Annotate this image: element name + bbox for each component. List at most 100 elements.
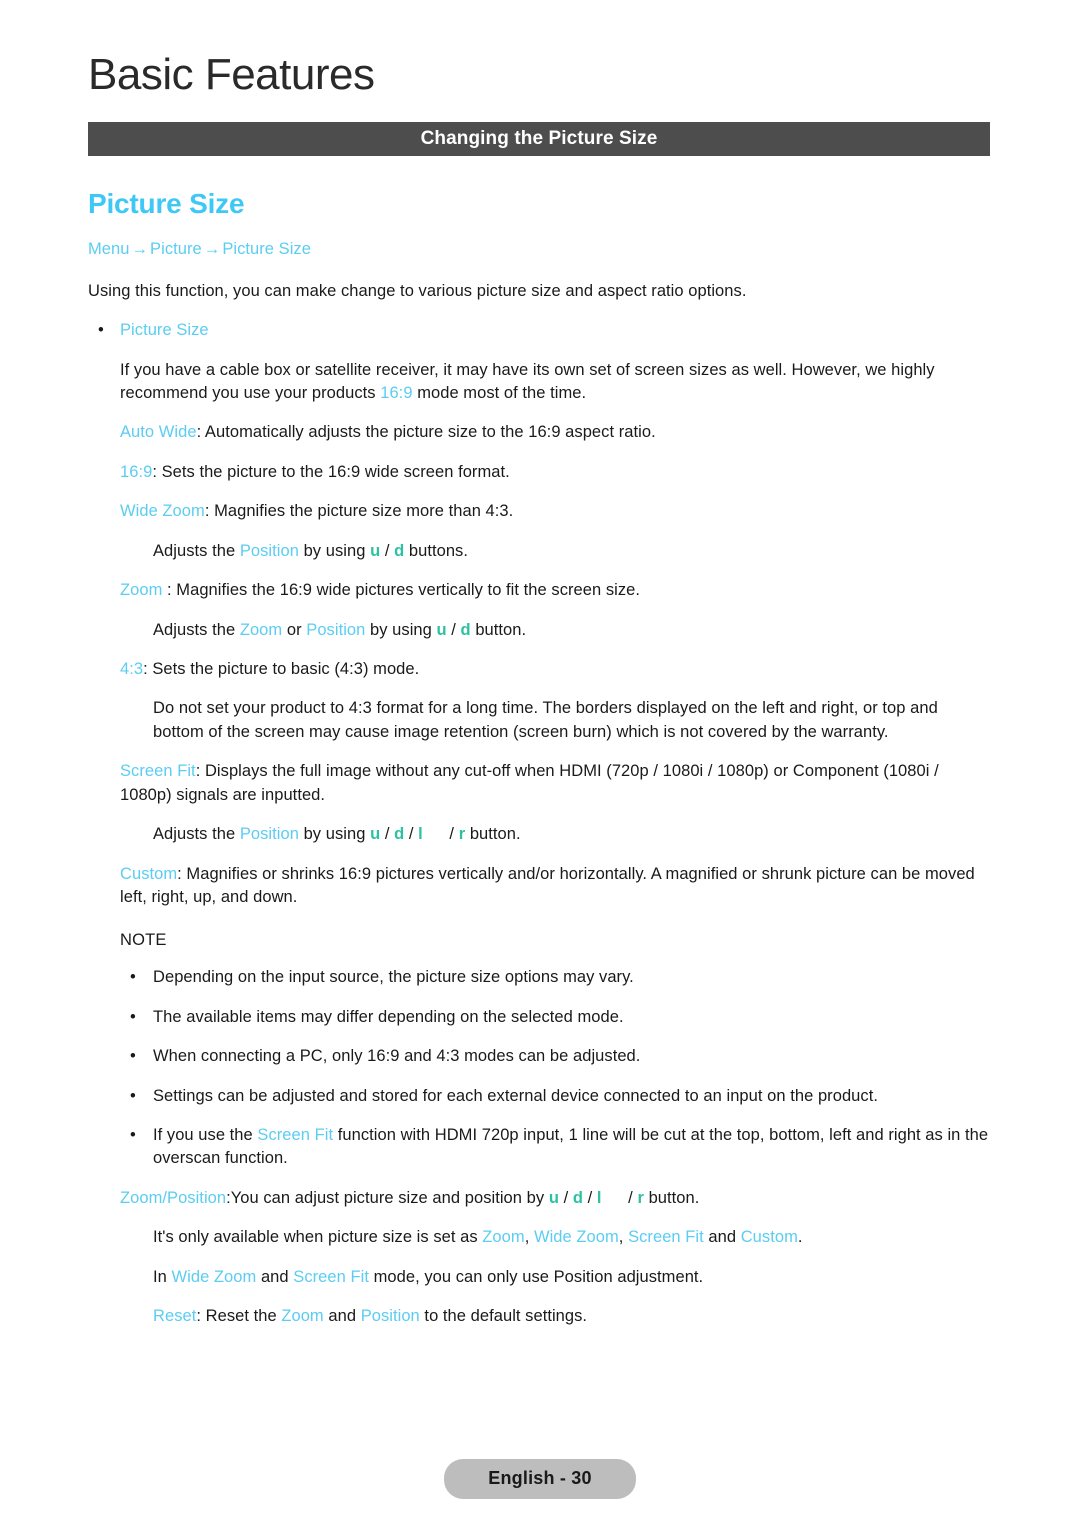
option-desc-screen-fit: : Displays the full image without any cu… [120, 762, 939, 804]
option-desc-4-3: : Sets the picture to basic (4:3) mode. [143, 659, 420, 678]
page-title: Basic Features [88, 50, 375, 99]
screen-fit-adjust-line: Adjusts the Position by using u / d / l … [153, 823, 993, 846]
term-position-reset: Position [360, 1307, 420, 1326]
bullet-icon: • [98, 321, 104, 340]
avail-end: . [797, 1228, 803, 1247]
zoom-position-line: Zoom/Position:You can adjust picture siz… [120, 1187, 992, 1210]
term-zoom-position: Zoom/Position [120, 1188, 227, 1207]
adjust-prefix-2: Adjusts the [153, 620, 240, 639]
option-term-zoom: Zoom [120, 581, 163, 600]
adjust-suffix: buttons. [404, 541, 468, 560]
zoom-position-b: button. [643, 1188, 700, 1207]
breadcrumb: Menu → Picture → Picture Size [88, 237, 1080, 262]
term-zoom: Zoom [239, 620, 283, 639]
cable-box-text-b: mode most of the time. [412, 384, 587, 403]
button-u-icon: u [370, 541, 381, 560]
term-screen-fit-note: Screen Fit [257, 1126, 334, 1145]
term-custom-avail: Custom [740, 1228, 798, 1247]
bullet-icon-note-5: • [130, 1126, 136, 1145]
cable-box-paragraph: If you have a cable box or satellite rec… [120, 359, 992, 406]
adjust-prefix: Adjusts the [153, 541, 240, 560]
term-position: Position [239, 541, 299, 560]
option-desc-zoom: : Magnifies the 16:9 wide pictures verti… [162, 581, 641, 600]
button-u-icon-4: u [548, 1188, 559, 1207]
slash-5: / [444, 825, 459, 844]
adjust-byusing: by using [298, 541, 371, 560]
section-header-bar: Changing the Picture Size [88, 122, 990, 156]
option-term-4-3: 4:3 [120, 659, 144, 678]
content-heading: Picture Size [88, 188, 245, 219]
list-item-label: Picture Size [120, 321, 209, 340]
bullet-icon-note-4: • [130, 1086, 136, 1105]
avail-a: It's only available when picture size is… [153, 1228, 483, 1247]
option-desc-wide-zoom: : Magnifies the picture size more than 4… [204, 502, 514, 521]
term-reset: Reset [153, 1307, 197, 1326]
option-term-screen-fit: Screen Fit [120, 762, 196, 781]
option-screen-fit: Screen Fit: Displays the full image with… [120, 760, 992, 807]
adjust-byusing-3: by using [298, 825, 371, 844]
reset-b: to the default settings. [419, 1307, 588, 1326]
adjust-byusing-2: by using [365, 620, 437, 639]
adjust-or: or [282, 620, 307, 639]
option-desc-16-9: : Sets the picture to the 16:9 wide scre… [152, 462, 510, 481]
term-zoom-avail: Zoom [482, 1228, 525, 1247]
mode-a: In [153, 1267, 172, 1286]
reset-a: : Reset the [196, 1307, 282, 1326]
term-wide-zoom-avail: Wide Zoom [533, 1228, 619, 1247]
option-custom: Custom: Magnifies or shrinks 16:9 pictur… [120, 863, 992, 910]
breadcrumb-item-picture: Picture [150, 240, 202, 258]
mode-b: mode, you can only use Position adjustme… [368, 1267, 704, 1286]
slash-2: / [446, 620, 461, 639]
note-item-4: • Settings can be adjusted and stored fo… [130, 1085, 992, 1108]
slash-7: / [583, 1188, 597, 1207]
slash-1: / [380, 541, 395, 560]
option-zoom: Zoom : Magnifies the 16:9 wide pictures … [120, 579, 992, 602]
breadcrumb-item-picture-size: Picture Size [222, 240, 311, 258]
section-header-label: Changing the Picture Size [420, 128, 658, 149]
term-position-2: Position [306, 620, 366, 639]
page-number-badge: English - 30 [444, 1459, 636, 1499]
slash-6: / [558, 1188, 573, 1207]
button-u-icon-2: u [436, 620, 447, 639]
note-item-5: • If you use the Screen Fit function wit… [130, 1124, 992, 1171]
adjust-suffix-3: button. [465, 825, 521, 844]
avail-sep-1: , [524, 1228, 534, 1247]
slash-4: / [404, 825, 419, 844]
breadcrumb-arrow-icon-2: → [203, 240, 221, 258]
button-d-icon: d [394, 541, 405, 560]
option-term-auto-wide: Auto Wide [120, 423, 197, 442]
adjust-prefix-3: Adjusts the [153, 825, 240, 844]
note-text-5: If you use the Screen Fit function with … [153, 1124, 992, 1171]
note-item-3: • When connecting a PC, only 16:9 and 4:… [130, 1045, 992, 1068]
reset-line: Reset: Reset the Zoom and Position to th… [153, 1305, 993, 1328]
button-d-icon-4: d [572, 1188, 583, 1207]
term-wide-zoom-mode: Wide Zoom [171, 1267, 257, 1286]
option-desc-auto-wide: : Automatically adjusts the picture size… [196, 423, 656, 442]
avail-sep-2: , [618, 1228, 629, 1247]
bullet-icon-note-3: • [130, 1047, 136, 1066]
option-term-wide-zoom: Wide Zoom [120, 502, 205, 521]
breadcrumb-item-menu: Menu [88, 240, 130, 258]
bullet-icon-note-2: • [130, 1007, 136, 1026]
option-4-3: 4:3: Sets the picture to basic (4:3) mod… [120, 658, 992, 681]
note-text-1: Depending on the input source, the pictu… [153, 968, 634, 987]
zoom-position-a: :You can adjust picture size and positio… [226, 1188, 549, 1207]
adjust-suffix-2: button. [470, 620, 527, 639]
note-item-2: • The available items may differ dependi… [130, 1006, 992, 1029]
option-auto-wide: Auto Wide: Automatically adjusts the pic… [120, 421, 992, 444]
note-heading: NOTE [120, 931, 167, 950]
four-three-warning: Do not set your product to 4:3 format fo… [153, 699, 938, 741]
list-item-picture-size: • Picture Size [98, 319, 988, 342]
option-term-16-9: 16:9 [120, 462, 153, 481]
term-screen-fit-mode: Screen Fit [293, 1267, 369, 1286]
slash-8: / [623, 1188, 638, 1207]
button-l-icon: l [418, 825, 423, 844]
option-wide-zoom: Wide Zoom: Magnifies the picture size mo… [120, 500, 992, 523]
manual-page: Basic Features Changing the Picture Size… [0, 0, 1080, 1534]
note-text-2: The available items may differ depending… [153, 1007, 624, 1026]
term-position-3: Position [239, 825, 299, 844]
note-text-3: When connecting a PC, only 16:9 and 4:3 … [153, 1047, 641, 1066]
term-zoom-reset: Zoom [281, 1307, 324, 1326]
mode-line: In Wide Zoom and Screen Fit mode, you ca… [153, 1266, 993, 1289]
page-content: Picture Size Menu → Picture → Picture Size U… [0, 186, 1080, 1329]
